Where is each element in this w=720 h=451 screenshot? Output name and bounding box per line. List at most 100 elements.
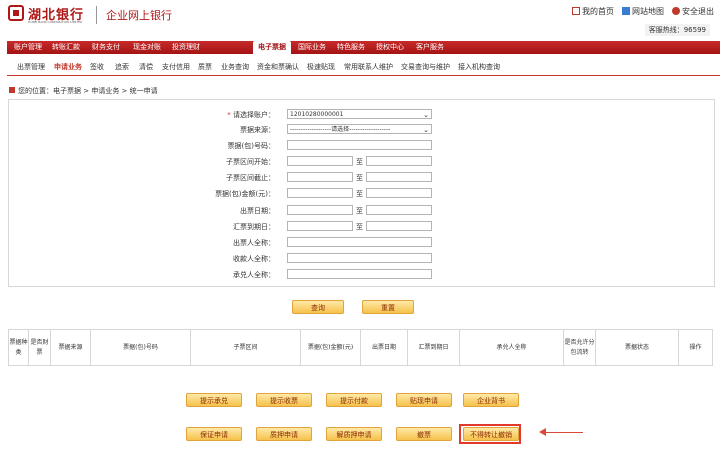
range-to-label: 至	[356, 174, 363, 182]
top-links: 我的首页 网站地图 安全退出	[572, 6, 714, 17]
col-bill-type: 票据种类	[9, 330, 29, 365]
prompt-accept-button[interactable]: 提示承兑	[186, 393, 242, 407]
row-account: * 请选择账户： 12010280000001 ⌄	[9, 109, 714, 121]
bank-emblem-icon	[8, 5, 24, 21]
location-icon	[9, 87, 15, 93]
search-form: * 请选择账户： 12010280000001 ⌄ 票据来源： ---------…	[8, 99, 715, 287]
release-pledge-button[interactable]: 解质押申请	[326, 427, 382, 441]
account-label: * 请选择账户：	[227, 110, 275, 120]
arrow-left-icon	[539, 428, 546, 436]
logout-icon	[672, 7, 680, 15]
issue-date-from-input[interactable]	[287, 205, 353, 215]
subnav-settle[interactable]: 清偿	[139, 61, 153, 74]
breadcrumb-text: 您的位置：电子票据 > 申请业务 > 统一申请	[18, 87, 158, 95]
col-amount: 票据(包)金额(元)	[301, 330, 361, 365]
subnav-transaction-query[interactable]: 交易查询与维护	[401, 61, 450, 74]
row-amount: 票据(包)金额(元)： 至	[9, 188, 714, 200]
nav-investment[interactable]: 投资理财	[169, 41, 203, 54]
sub-end-label: 子票区间截止：	[226, 174, 275, 182]
nav-account-management[interactable]: 账户管理	[11, 41, 45, 54]
sub-start-from-input[interactable]	[287, 156, 353, 166]
sitemap-icon	[622, 7, 630, 15]
due-date-to-input[interactable]	[366, 221, 432, 231]
nav-payment[interactable]: 财务支付	[89, 41, 123, 54]
due-date-from-input[interactable]	[287, 221, 353, 231]
range-to-label: 至	[356, 207, 363, 215]
subnav-pledge[interactable]: 质票	[198, 61, 212, 74]
subnav-recourse[interactable]: 追索	[115, 61, 129, 74]
discount-apply-button[interactable]: 贴现申请	[396, 393, 452, 407]
row-issue-date: 出票日期： 至	[9, 205, 714, 217]
subnav-institution-query[interactable]: 接入机构查询	[458, 61, 500, 74]
subnav-query[interactable]: 业务查询	[221, 61, 249, 74]
account-select[interactable]: 12010280000001 ⌄	[287, 109, 432, 119]
prompt-receive-button[interactable]: 提示收票	[256, 393, 312, 407]
annotation-arrow-line	[543, 432, 583, 433]
withdraw-bill-button[interactable]: 撤票	[396, 427, 452, 441]
bank-logo[interactable]: 湖北银行 HUBEI BANK CORPORATION LIMITED	[8, 4, 93, 26]
logout-link[interactable]: 安全退出	[672, 6, 714, 17]
amount-from-input[interactable]	[287, 188, 353, 198]
subnav-fast-discount[interactable]: 极速贴现	[307, 61, 335, 74]
sub-start-to-input[interactable]	[366, 156, 432, 166]
acceptor-input[interactable]	[287, 269, 432, 279]
nav-special-service[interactable]: 特色服务	[333, 41, 369, 54]
row-payee: 收款人全称：	[9, 253, 714, 265]
subnav-credit[interactable]: 支付信用	[162, 61, 190, 74]
endorse-button[interactable]: 企业背书	[463, 393, 519, 407]
payee-input[interactable]	[287, 253, 432, 263]
nav-e-bill[interactable]: 电子票据	[253, 41, 291, 54]
payee-label: 收款人全称：	[233, 255, 275, 263]
bill-no-label: 票据(包)号码：	[227, 142, 275, 150]
col-status: 票据状态	[596, 330, 679, 365]
range-to-label: 至	[356, 158, 363, 166]
subnav-issue-management[interactable]: 出票管理	[17, 61, 45, 74]
range-to-label: 至	[356, 190, 363, 198]
col-due-date: 汇票到期日	[408, 330, 460, 365]
chevron-down-icon: ⌄	[423, 126, 429, 134]
drawer-input[interactable]	[287, 237, 432, 247]
sub-end-to-input[interactable]	[366, 172, 432, 182]
reset-button[interactable]: 重置	[362, 300, 414, 314]
subnav-sign[interactable]: 签收	[90, 61, 104, 74]
row-source: 票据来源： -------------------请选择------------…	[9, 124, 714, 136]
amount-label: 票据(包)金额(元)：	[215, 190, 275, 198]
guarantee-apply-button[interactable]: 保证申请	[186, 427, 242, 441]
row-sub-start: 子票区间开始： 至	[9, 156, 714, 168]
sub-end-from-input[interactable]	[287, 172, 353, 182]
subnav-apply[interactable]: 申请业务	[54, 61, 82, 74]
col-issue-date: 出票日期	[361, 330, 408, 365]
nav-auth-center[interactable]: 授权中心	[372, 41, 408, 54]
breadcrumb: 您的位置：电子票据 > 申请业务 > 统一申请	[9, 86, 158, 96]
nav-transfer[interactable]: 转账汇款	[49, 41, 83, 54]
col-split-allowed: 是否允许分包流转	[564, 330, 596, 365]
source-select[interactable]: -------------------请选择------------------…	[287, 124, 432, 134]
main-nav: 账户管理 转账汇款 财务支付 现金对账 投资理财 电子票据 国际业务 特色服务 …	[7, 41, 720, 54]
nav-cash-reconcile[interactable]: 现金对账	[130, 41, 164, 54]
source-select-value: -------------------请选择------------------…	[290, 126, 391, 133]
subnav-fund-confirm[interactable]: 资金和票确认	[257, 61, 299, 74]
sitemap-link-label: 网站地图	[632, 7, 664, 16]
sitemap-link[interactable]: 网站地图	[622, 6, 664, 17]
header-divider	[96, 6, 97, 24]
bill-no-input[interactable]	[287, 140, 432, 150]
row-drawer: 出票人全称：	[9, 237, 714, 249]
row-acceptor: 承兑人全称：	[9, 269, 714, 281]
pledge-apply-button[interactable]: 质押申请	[256, 427, 312, 441]
prompt-pay-button[interactable]: 提示付款	[326, 393, 382, 407]
source-label: 票据来源：	[240, 126, 275, 134]
row-bill-no: 票据(包)号码：	[9, 140, 714, 152]
query-button[interactable]: 查询	[292, 300, 344, 314]
drawer-label: 出票人全称：	[233, 239, 275, 247]
nav-customer-service[interactable]: 客户服务	[412, 41, 448, 54]
nav-international[interactable]: 国际业务	[294, 41, 330, 54]
issue-date-label: 出票日期：	[240, 207, 275, 215]
amount-to-input[interactable]	[366, 188, 432, 198]
issue-date-to-input[interactable]	[366, 205, 432, 215]
home-link[interactable]: 我的首页	[572, 6, 614, 17]
sub-nav: 出票管理 申请业务 签收 追索 清偿 支付信用 质票 业务查询 资金和票确认 极…	[7, 61, 720, 74]
home-icon	[572, 7, 580, 15]
col-bill-no: 票据(包)号码	[91, 330, 191, 365]
subnav-contacts[interactable]: 常用联系人维护	[344, 61, 393, 74]
home-link-label: 我的首页	[582, 7, 614, 16]
